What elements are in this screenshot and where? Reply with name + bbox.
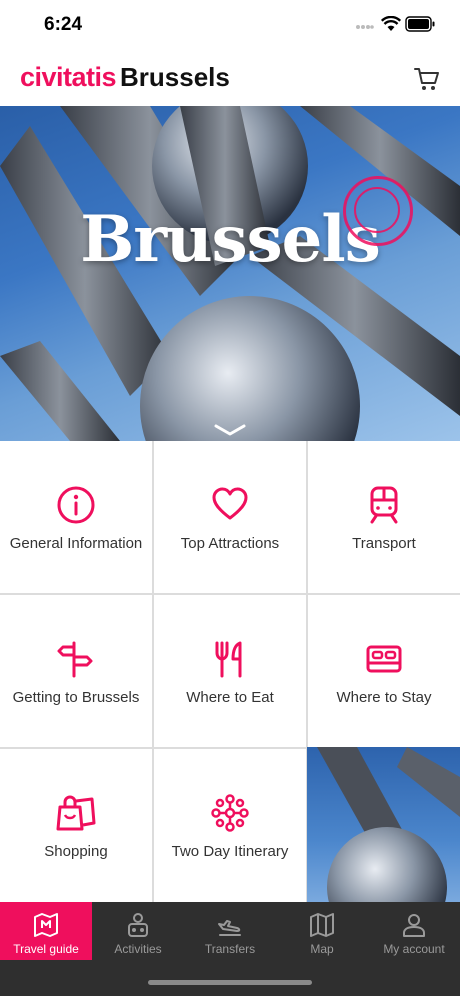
status-bar: 6:24 xyxy=(0,0,460,52)
tab-label: Transfers xyxy=(204,942,256,956)
tab-label: My account xyxy=(383,942,445,956)
menu-getting-to-brussels[interactable]: Getting to Brussels xyxy=(0,595,152,747)
itinerary-icon xyxy=(211,794,249,832)
map-guide-icon xyxy=(34,913,58,937)
menu-top-attractions[interactable]: Top Attractions xyxy=(154,441,306,593)
app-header: civitatis Brussels xyxy=(0,52,460,106)
menu-label: Shopping xyxy=(44,843,108,860)
tab-label: Map xyxy=(310,942,334,956)
menu-where-to-stay[interactable]: Where to Stay xyxy=(308,595,460,747)
menu-label: Transport xyxy=(352,535,416,552)
menu-where-to-eat[interactable]: Where to Eat xyxy=(154,595,306,747)
stamp-logo xyxy=(343,176,413,246)
menu-shopping[interactable]: Shopping xyxy=(0,749,152,902)
shopping-cart-icon[interactable] xyxy=(413,65,441,93)
bed-icon xyxy=(366,645,402,673)
tab-my-account[interactable]: My account xyxy=(368,902,460,960)
menu-label: Where to Stay xyxy=(336,689,432,706)
tab-map[interactable]: Map xyxy=(276,902,368,960)
menu-general-information[interactable]: General Information xyxy=(0,441,152,593)
home-indicator xyxy=(148,980,312,985)
menu-label: Getting to Brussels xyxy=(12,689,140,706)
wifi-icon xyxy=(381,16,401,31)
civitatis-logo[interactable]: civitatis xyxy=(20,62,117,93)
page-title: Brussels xyxy=(120,62,230,92)
chevron-down-icon[interactable] xyxy=(214,424,246,436)
tab-transfers[interactable]: Transfers xyxy=(184,902,276,960)
activities-icon xyxy=(128,913,148,937)
status-time: 6:24 xyxy=(44,14,83,35)
fork-knife-icon xyxy=(215,641,242,678)
info-icon xyxy=(57,486,95,524)
tab-label: Activities xyxy=(114,942,162,956)
menu-label: Top Attractions xyxy=(180,535,280,552)
tab-activities[interactable]: Activities xyxy=(92,902,184,960)
menu-label: Two Day Itinerary xyxy=(171,843,289,860)
menu-two-day-itinerary[interactable]: Two Day Itinerary xyxy=(154,749,306,902)
atomium-photo-tile xyxy=(307,747,460,902)
menu-label: General Information xyxy=(9,535,143,552)
train-icon xyxy=(370,486,398,524)
menu-transport[interactable]: Transport xyxy=(308,441,460,593)
plane-icon xyxy=(218,920,241,936)
menu-label: Where to Eat xyxy=(186,689,274,706)
signpost-icon xyxy=(57,641,93,678)
signal-icon xyxy=(356,25,374,29)
map-icon xyxy=(310,913,334,937)
heart-icon xyxy=(212,487,248,520)
tab-travel-guide[interactable]: Travel guide xyxy=(0,902,92,960)
shopping-bags-icon xyxy=(56,795,96,831)
battery-icon xyxy=(405,16,435,32)
user-icon xyxy=(403,914,425,937)
hero-banner: Brussels xyxy=(0,106,460,441)
guide-menu-grid: General Information Top Attractions Tran… xyxy=(0,441,460,902)
tab-label: Travel guide xyxy=(13,942,79,956)
